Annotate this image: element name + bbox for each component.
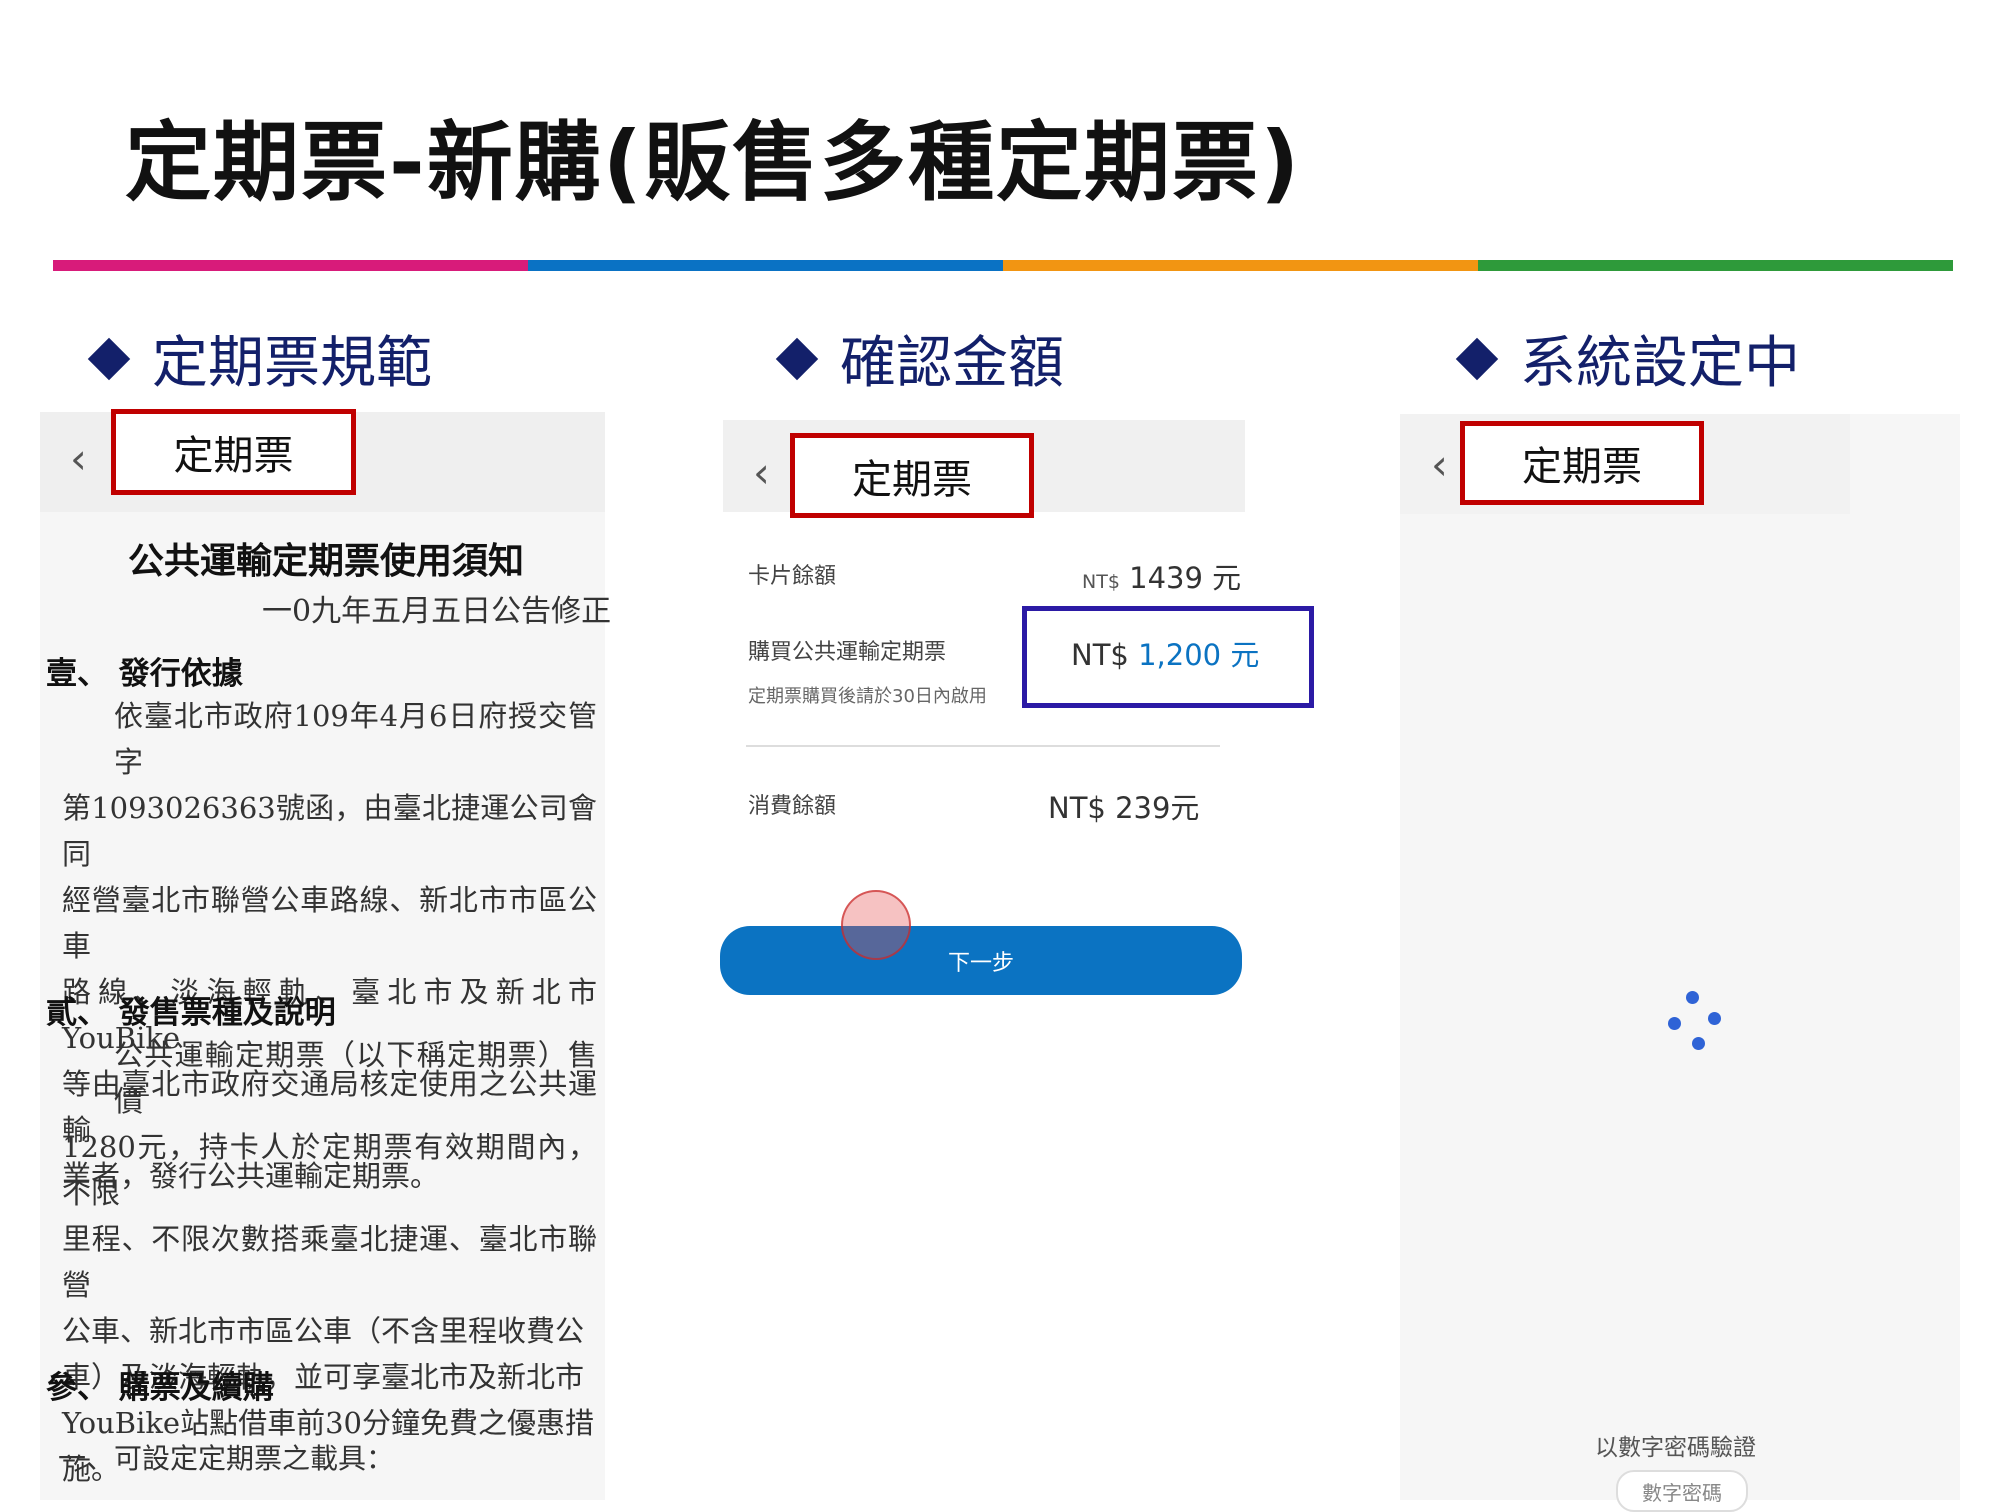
doc-line: 公共運輸定期票（以下稱定期票）售價	[114, 1038, 597, 1118]
doc-date: 一0九年五月五日公告修正	[262, 594, 612, 629]
card-balance-label: 卡片餘額	[748, 564, 837, 589]
amount: 1439 元	[1129, 561, 1242, 595]
spinner-dot	[1668, 1017, 1681, 1030]
doc-line: 經營臺北市聯營公車路線、新北市市區公車	[62, 883, 597, 963]
doc-paragraph-2: 公共運輸定期票（以下稱定期票）售價 1280元，持卡人於定期票有效期間內，不限 …	[62, 1032, 597, 1492]
card-balance-value: NT$ 1439 元	[1082, 555, 1241, 597]
currency: NT$	[1082, 571, 1120, 593]
section-heading-label: 系統設定中	[1520, 331, 1800, 396]
purchase-amount: NT$ 1,200 元	[1071, 632, 1259, 674]
tab-label: 定期票	[852, 456, 972, 503]
section-heading-setting: 系統設定中	[1455, 318, 1800, 399]
doc-line: 1280元，持卡人於定期票有效期間內，不限	[62, 1130, 597, 1210]
next-button[interactable]: 下一步	[720, 926, 1242, 995]
next-button-label: 下一步	[947, 950, 1014, 976]
doc-section-1: 壹、 發行依據	[46, 656, 243, 692]
pin-option-button[interactable]: 數字密碼	[1616, 1470, 1748, 1512]
diamond-bullet-icon	[775, 337, 819, 380]
spinner-dot	[1708, 1012, 1721, 1025]
doc-line: 公車、新北市市區公車（不含里程收費公	[62, 1314, 585, 1348]
currency: NT$	[1071, 638, 1129, 672]
doc-section-3: 參、 購票及續購	[46, 1370, 274, 1406]
color-bar-green	[1478, 260, 1953, 271]
purchase-label: 購買公共運輸定期票	[748, 640, 947, 665]
section-heading-label: 定期票規範	[152, 331, 432, 396]
touch-indicator-icon	[841, 890, 911, 960]
back-chevron-icon[interactable]: ‹	[70, 438, 87, 480]
section-heading-label: 確認金額	[840, 331, 1064, 396]
doc-line: 依臺北市政府109年4月6日府授交管字	[114, 699, 597, 779]
color-bar	[53, 260, 1953, 271]
pin-option-label: 數字密碼	[1642, 1480, 1722, 1505]
section-heading-rules: 定期票規範	[87, 318, 432, 399]
slide-title: 定期票-新購(販售多種定期票)	[125, 113, 1302, 213]
purchase-note: 定期票購買後請於30日內啟用	[748, 686, 987, 707]
tab-label: 定期票	[173, 433, 294, 479]
loading-spinner-icon	[1668, 991, 1732, 1051]
color-bar-blue	[528, 260, 1003, 271]
remaining-value: NT$ 239元	[1048, 791, 1200, 825]
verify-text: 以數字密碼驗證	[1595, 1435, 1756, 1461]
color-bar-orange	[1003, 260, 1478, 271]
back-chevron-icon[interactable]: ‹	[753, 452, 770, 494]
divider	[746, 745, 1220, 747]
unit: 元	[1230, 638, 1260, 672]
amount: 1,200	[1138, 638, 1222, 672]
doc-line: 里程、不限次數搭乘臺北捷運、臺北市聯營	[62, 1222, 597, 1302]
spinner-dot	[1692, 1037, 1705, 1050]
color-bar-magenta	[53, 260, 528, 271]
remaining-label: 消費餘額	[748, 794, 837, 819]
tab-season-ticket[interactable]: 定期票	[111, 409, 356, 495]
tab-season-ticket[interactable]: 定期票	[790, 433, 1034, 518]
diamond-bullet-icon	[1455, 337, 1499, 380]
doc-line: 第1093026363號函，由臺北捷運公司會同	[62, 791, 597, 871]
back-chevron-icon[interactable]: ‹	[1431, 444, 1448, 486]
tab-season-ticket[interactable]: 定期票	[1460, 421, 1704, 505]
setting-screen	[1400, 414, 1960, 1500]
section-heading-confirm: 確認金額	[775, 318, 1064, 399]
spinner-dot	[1686, 991, 1699, 1004]
doc-item-1: 一、可設定定期票之載具：	[58, 1442, 395, 1475]
doc-section-2: 貳、 發售票種及說明	[46, 995, 336, 1031]
tab-label: 定期票	[1522, 444, 1642, 490]
diamond-bullet-icon	[87, 337, 131, 380]
doc-title: 公共運輸定期票使用須知	[128, 541, 525, 582]
